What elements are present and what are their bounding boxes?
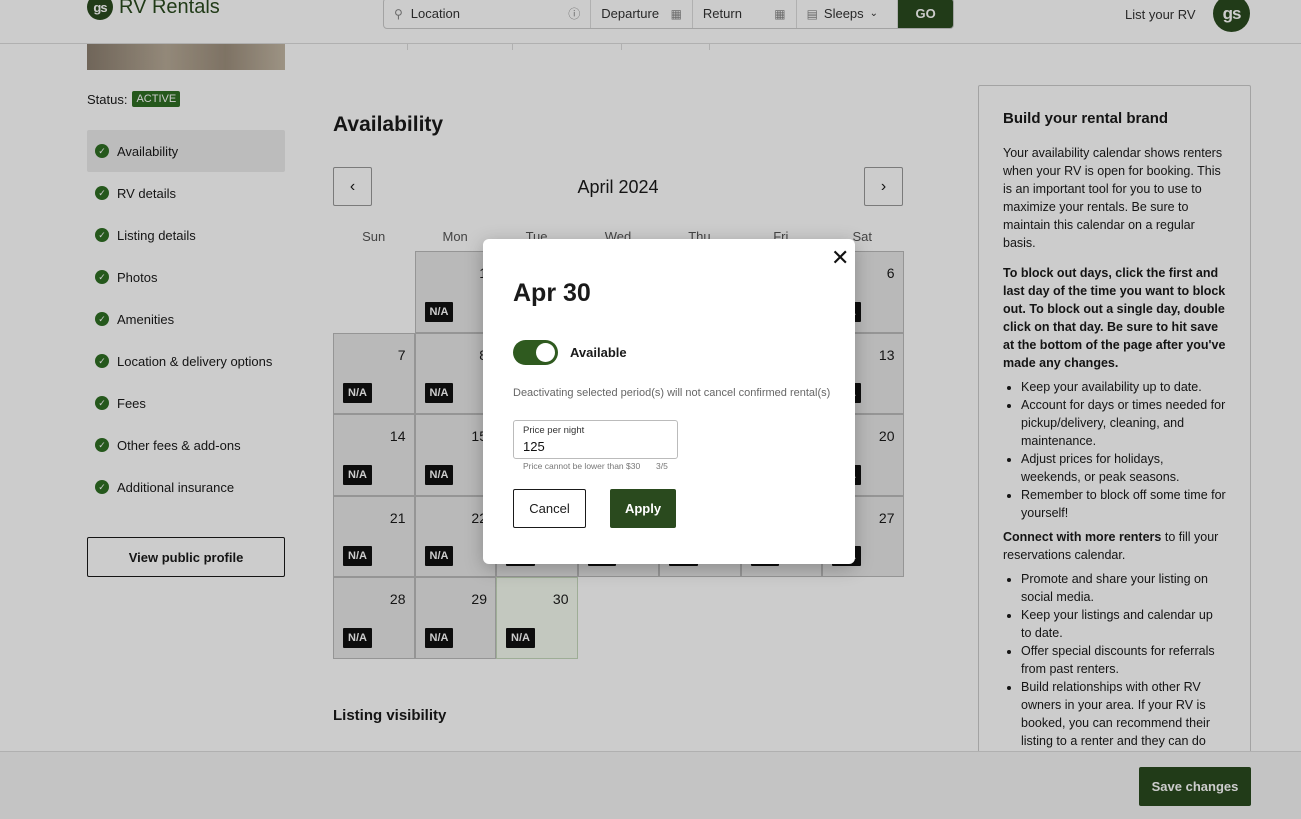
deactivate-note: Deactivating selected period(s) will not… (513, 387, 831, 399)
price-char-count: 3/5 (656, 461, 668, 471)
day-edit-modal: ✕ Apr 30 Available Deactivating selected… (483, 239, 855, 564)
price-input[interactable] (523, 439, 663, 454)
modal-title: Apr 30 (513, 279, 591, 307)
available-label: Available (570, 345, 627, 360)
cancel-button[interactable]: Cancel (513, 489, 586, 528)
price-field-label: Price per night (523, 425, 585, 436)
close-icon[interactable]: ✕ (831, 247, 849, 269)
price-helper-text: Price cannot be lower than $30 (523, 461, 641, 471)
toggle-knob (536, 343, 555, 362)
available-toggle[interactable] (513, 340, 558, 365)
apply-button[interactable]: Apply (610, 489, 676, 528)
price-per-night-field[interactable]: Price per night (513, 420, 678, 459)
